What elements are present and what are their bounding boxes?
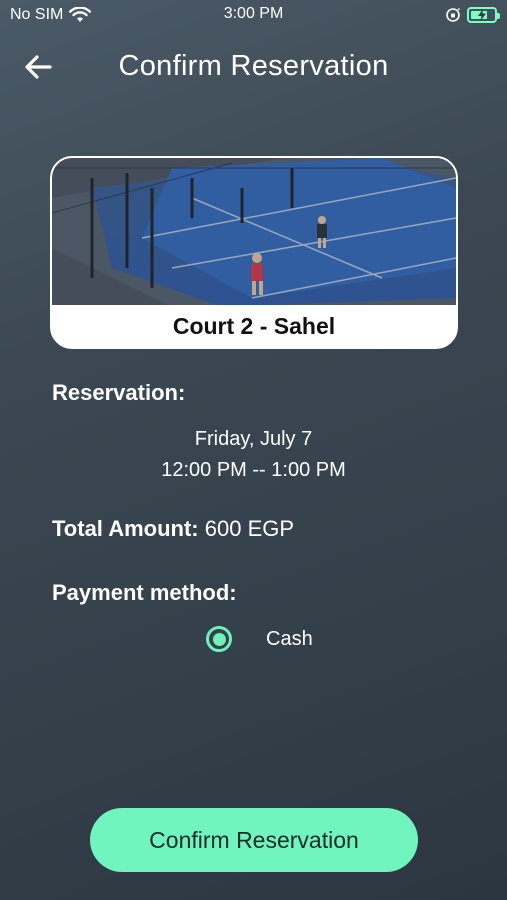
status-left: No SIM	[10, 6, 92, 24]
court-name: Court 2 - Sahel	[52, 305, 456, 347]
confirm-reservation-button[interactable]: Confirm Reservation	[90, 808, 418, 872]
status-bar: No SIM 3:00 PM	[0, 0, 507, 30]
reservation-date: Friday, July 7	[194, 428, 313, 450]
radio-selected-dot	[212, 632, 226, 646]
wifi-icon	[69, 7, 92, 22]
payment-option-cash[interactable]: Cash	[206, 626, 313, 652]
battery-icon	[467, 7, 500, 23]
total-amount-value: 600 EGP	[204, 516, 295, 541]
orientation-lock-icon	[446, 8, 460, 22]
court-card: Court 2 - Sahel	[50, 156, 458, 349]
header: Confirm Reservation	[0, 40, 507, 94]
total-amount-row: Total Amount: 600 EGP	[52, 516, 294, 542]
total-amount-label: Total Amount:	[52, 516, 199, 541]
payment-option-label: Cash	[266, 627, 313, 650]
reservation-label: Reservation:	[52, 380, 186, 405]
reservation-time: 12:00 PM -- 1:00 PM	[161, 459, 346, 481]
page-title: Confirm Reservation	[118, 50, 389, 82]
carrier-label: No SIM	[10, 6, 64, 23]
charging-bolt-icon	[478, 9, 486, 21]
radio-button[interactable]	[206, 626, 232, 652]
court-photo	[52, 158, 456, 307]
status-right	[445, 7, 500, 23]
payment-method-label: Payment method:	[52, 580, 237, 605]
